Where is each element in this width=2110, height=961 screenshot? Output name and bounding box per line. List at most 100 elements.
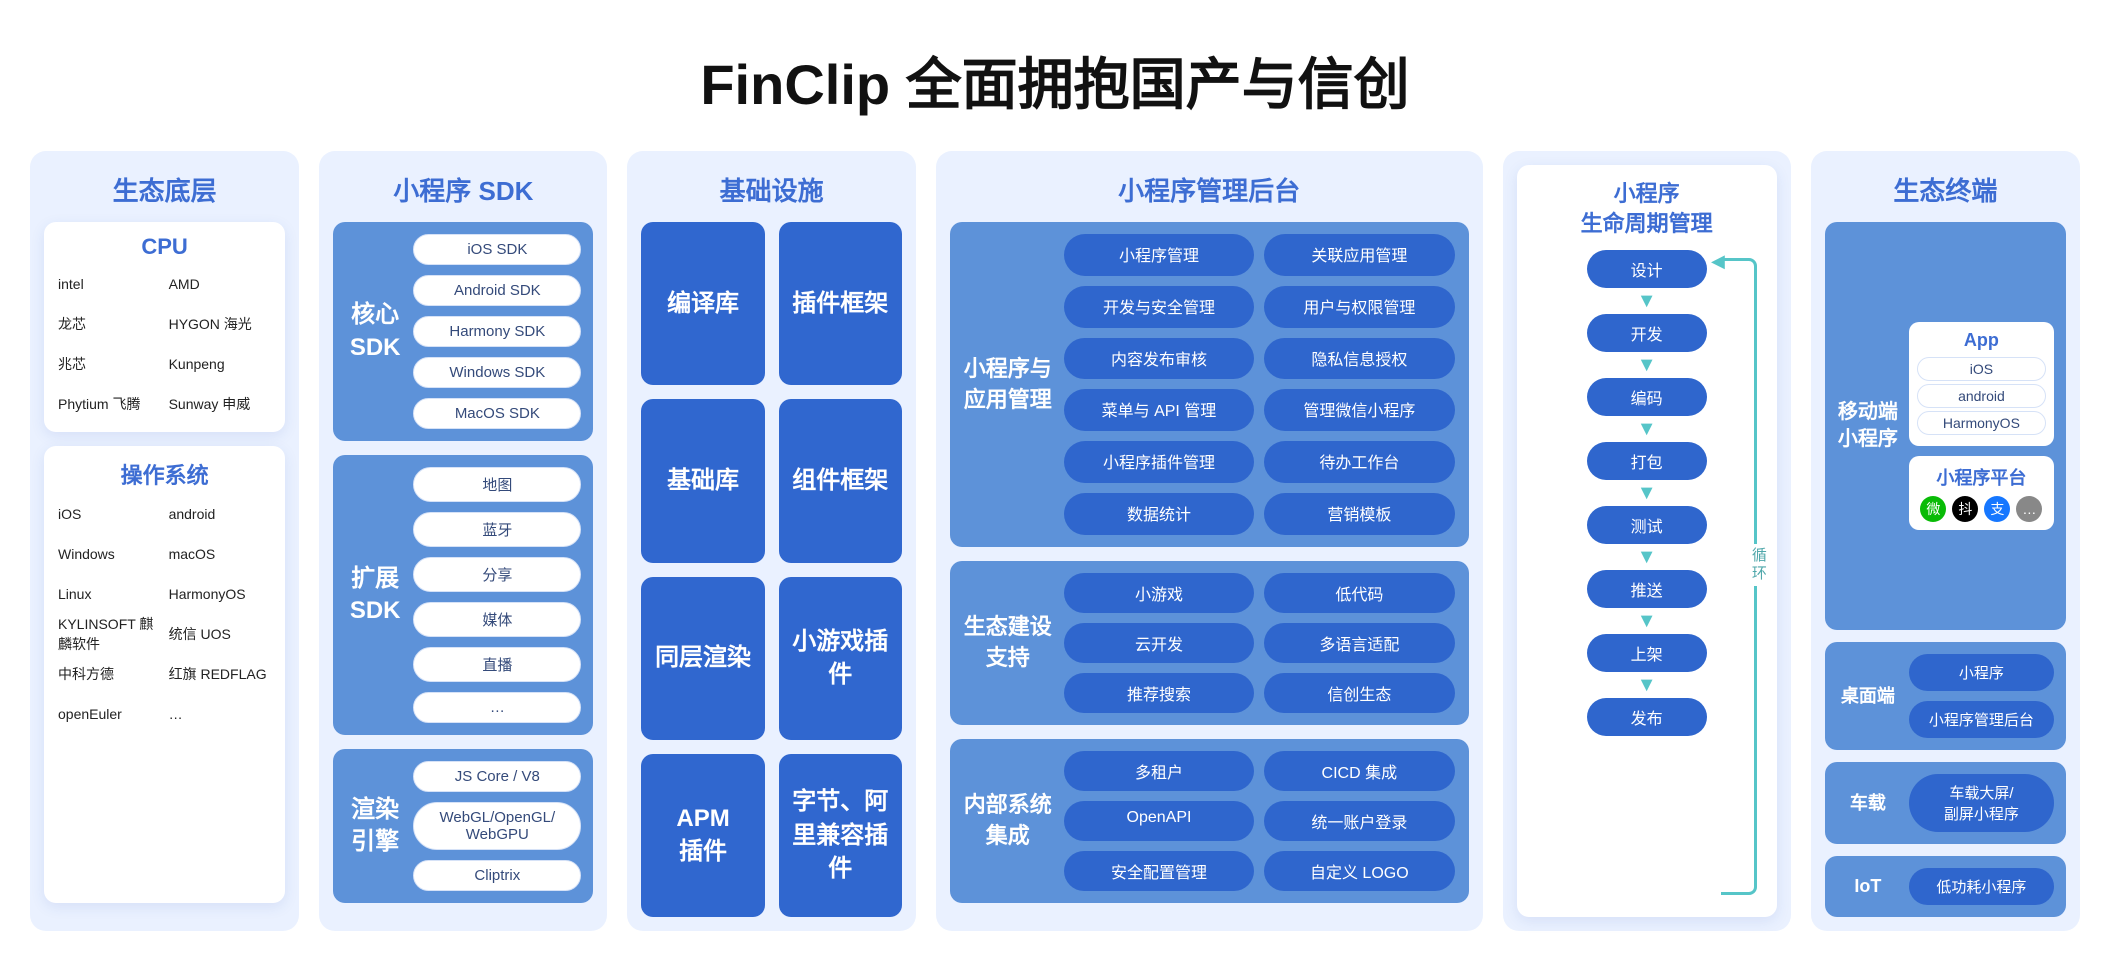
mgmt-pill-1-0: 小游戏 xyxy=(1064,573,1254,613)
col-infra: 基础设施 编译库插件框架基础库组件框架同层渲染小游戏插件APM 插件字节、阿里兼… xyxy=(627,151,915,931)
term-iot: IoT 低功耗小程序 xyxy=(1825,856,2066,917)
os-logo-6: KYLINSOFT 麒麟软件 xyxy=(58,620,161,648)
sdk-pill-0-1: Android SDK xyxy=(413,275,581,306)
os-panel: 操作系统 iOSandroidWindowsmacOSLinuxHarmonyO… xyxy=(44,446,285,903)
loop-arrowhead-icon: ◀ xyxy=(1711,251,1725,272)
sdk-pill-1-1: 蓝牙 xyxy=(413,512,581,547)
cpu-panel: CPU intelAMD龙芯HYGON 海光兆芯KunpengPhytium 飞… xyxy=(44,222,285,432)
mgmt-group-0: 小程序与应用管理小程序管理关联应用管理开发与安全管理用户与权限管理内容发布审核隐… xyxy=(950,222,1469,547)
infra-block-7: 字节、阿里兼容插件 xyxy=(779,754,902,917)
term-mobile: 移动端 小程序 App iOSandroidHarmonyOS 小程序平台 微抖… xyxy=(1825,222,2066,630)
cpu-logo-1: AMD xyxy=(169,270,272,298)
sdk-pill-2-2: Cliptrix xyxy=(413,860,581,891)
term-desktop-label: 桌面端 xyxy=(1837,684,1899,708)
os-logo-0: iOS xyxy=(58,500,161,528)
cpu-grid: intelAMD龙芯HYGON 海光兆芯KunpengPhytium 飞腾Sun… xyxy=(58,270,271,418)
mgmt-pill-1-1: 低代码 xyxy=(1264,573,1454,613)
app-os-2: HarmonyOS xyxy=(1917,411,2046,435)
platform-icon-2: 支 xyxy=(1984,496,2010,522)
sdk-group-0: 核心 SDKiOS SDKAndroid SDKHarmony SDKWindo… xyxy=(333,222,593,441)
mgmt-pill-0-6: 菜单与 API 管理 xyxy=(1064,389,1254,431)
col-lifecycle: 小程序 生命周期管理 设计▼开发▼编码▼打包▼测试▼推送▼上架▼发布 ◀ 循环 xyxy=(1503,151,1791,931)
mgmt-pill-2-5: 自定义 LOGO xyxy=(1264,851,1454,891)
page-title: FinClip 全面拥抱国产与信创 xyxy=(0,0,2110,151)
mgmt-pill-0-1: 关联应用管理 xyxy=(1264,234,1454,276)
arrow-down-icon: ▼ xyxy=(1637,358,1657,372)
mgmt-pill-0-7: 管理微信小程序 xyxy=(1264,389,1454,431)
mgmt-pill-1-5: 信创生态 xyxy=(1264,673,1454,713)
sdk-group-1: 扩展 SDK地图蓝牙分享媒体直播… xyxy=(333,455,593,735)
os-logo-4: Linux xyxy=(58,580,161,608)
os-header: 操作系统 xyxy=(58,458,271,490)
sdk-pill-1-2: 分享 xyxy=(413,557,581,592)
mgmt-pill-2-3: 统一账户登录 xyxy=(1264,801,1454,841)
platform-icon-0: 微 xyxy=(1920,496,1946,522)
infra-block-5: 小游戏插件 xyxy=(779,577,902,740)
cpu-logo-0: intel xyxy=(58,270,161,298)
infra-block-2: 基础库 xyxy=(641,399,764,562)
arrow-down-icon: ▼ xyxy=(1637,294,1657,308)
mgmt-pill-1-3: 多语言适配 xyxy=(1264,623,1454,663)
os-logo-9: 红旗 REDFLAG xyxy=(169,660,272,688)
columns: 生态底层 CPU intelAMD龙芯HYGON 海光兆芯KunpengPhyt… xyxy=(0,151,2110,961)
life-step-6: 上架 xyxy=(1587,634,1707,672)
os-logo-5: HarmonyOS xyxy=(169,580,272,608)
lifecycle-title: 小程序 生命周期管理 xyxy=(1527,179,1767,238)
sdk-pill-0-3: Windows SDK xyxy=(413,357,581,388)
mgmt-pill-0-2: 开发与安全管理 xyxy=(1064,286,1254,328)
desktop-item-1: 小程序管理后台 xyxy=(1909,701,2054,738)
arrow-down-icon: ▼ xyxy=(1637,422,1657,436)
term-mobile-label: 移动端 小程序 xyxy=(1837,399,1899,453)
mgmt-group-2: 内部系统集成多租户CICD 集成OpenAPI统一账户登录安全配置管理自定义 L… xyxy=(950,739,1469,903)
sdk-pill-1-0: 地图 xyxy=(413,467,581,502)
sdk-pill-1-5: … xyxy=(413,692,581,723)
app-card-header: App xyxy=(1917,330,2046,351)
car-item-0: 车载大屏/ 副屏小程序 xyxy=(1909,774,2054,832)
sdk-pill-1-4: 直播 xyxy=(413,647,581,682)
desktop-item-0: 小程序 xyxy=(1909,654,2054,691)
life-step-3: 打包 xyxy=(1587,442,1707,480)
life-step-0: 设计 xyxy=(1587,250,1707,288)
term-car: 车载 车载大屏/ 副屏小程序 xyxy=(1825,762,2066,844)
mgmt-pill-2-0: 多租户 xyxy=(1064,751,1254,791)
mgmt-group-label-2: 内部系统集成 xyxy=(964,751,1052,891)
life-step-5: 推送 xyxy=(1587,570,1707,608)
sdk-group-label-1: 扩展 SDK xyxy=(347,467,403,723)
col6-header: 生态终端 xyxy=(1825,165,2066,222)
life-step-4: 测试 xyxy=(1587,506,1707,544)
col2-header: 小程序 SDK xyxy=(333,165,593,222)
os-logo-1: android xyxy=(169,500,272,528)
mgmt-pill-0-4: 内容发布审核 xyxy=(1064,338,1254,380)
cpu-logo-6: Phytium 飞腾 xyxy=(58,390,161,418)
life-step-2: 编码 xyxy=(1587,378,1707,416)
iot-item-0: 低功耗小程序 xyxy=(1909,868,2054,905)
col-terminal: 生态终端 移动端 小程序 App iOSandroidHarmonyOS 小程序… xyxy=(1811,151,2080,931)
infra-block-0: 编译库 xyxy=(641,222,764,385)
mgmt-group-label-1: 生态建设支持 xyxy=(964,573,1052,713)
col4-header: 小程序管理后台 xyxy=(950,165,1469,222)
infra-block-6: APM 插件 xyxy=(641,754,764,917)
col-sdk: 小程序 SDK 核心 SDKiOS SDKAndroid SDKHarmony … xyxy=(319,151,607,931)
lifecycle-flow: 设计▼开发▼编码▼打包▼测试▼推送▼上架▼发布 ◀ 循环 xyxy=(1527,250,1767,903)
mgmt-pill-0-3: 用户与权限管理 xyxy=(1264,286,1454,328)
col-ecosystem-bottom: 生态底层 CPU intelAMD龙芯HYGON 海光兆芯KunpengPhyt… xyxy=(30,151,299,931)
cpu-logo-3: HYGON 海光 xyxy=(169,310,272,338)
col1-header: 生态底层 xyxy=(44,165,285,222)
infra-block-1: 插件框架 xyxy=(779,222,902,385)
sdk-pill-0-0: iOS SDK xyxy=(413,234,581,265)
platform-icon-1: 抖 xyxy=(1952,496,1978,522)
mgmt-pill-2-4: 安全配置管理 xyxy=(1064,851,1254,891)
os-grid: iOSandroidWindowsmacOSLinuxHarmonyOSKYLI… xyxy=(58,500,271,728)
sdk-pill-2-1: WebGL/OpenGL/ WebGPU xyxy=(413,802,581,850)
mgmt-group-1: 生态建设支持小游戏低代码云开发多语言适配推荐搜索信创生态 xyxy=(950,561,1469,725)
mgmt-pill-2-1: CICD 集成 xyxy=(1264,751,1454,791)
mgmt-pill-2-2: OpenAPI xyxy=(1064,801,1254,841)
os-logo-8: 中科方德 xyxy=(58,660,161,688)
loop-label: 循环 xyxy=(1748,544,1769,586)
mgmt-pill-0-9: 待办工作台 xyxy=(1264,441,1454,483)
life-step-1: 开发 xyxy=(1587,314,1707,352)
mgmt-group-label-0: 小程序与应用管理 xyxy=(964,234,1052,535)
mgmt-pill-1-2: 云开发 xyxy=(1064,623,1254,663)
os-logo-7: 统信 UOS xyxy=(169,620,272,648)
app-card: App iOSandroidHarmonyOS xyxy=(1909,322,2054,446)
